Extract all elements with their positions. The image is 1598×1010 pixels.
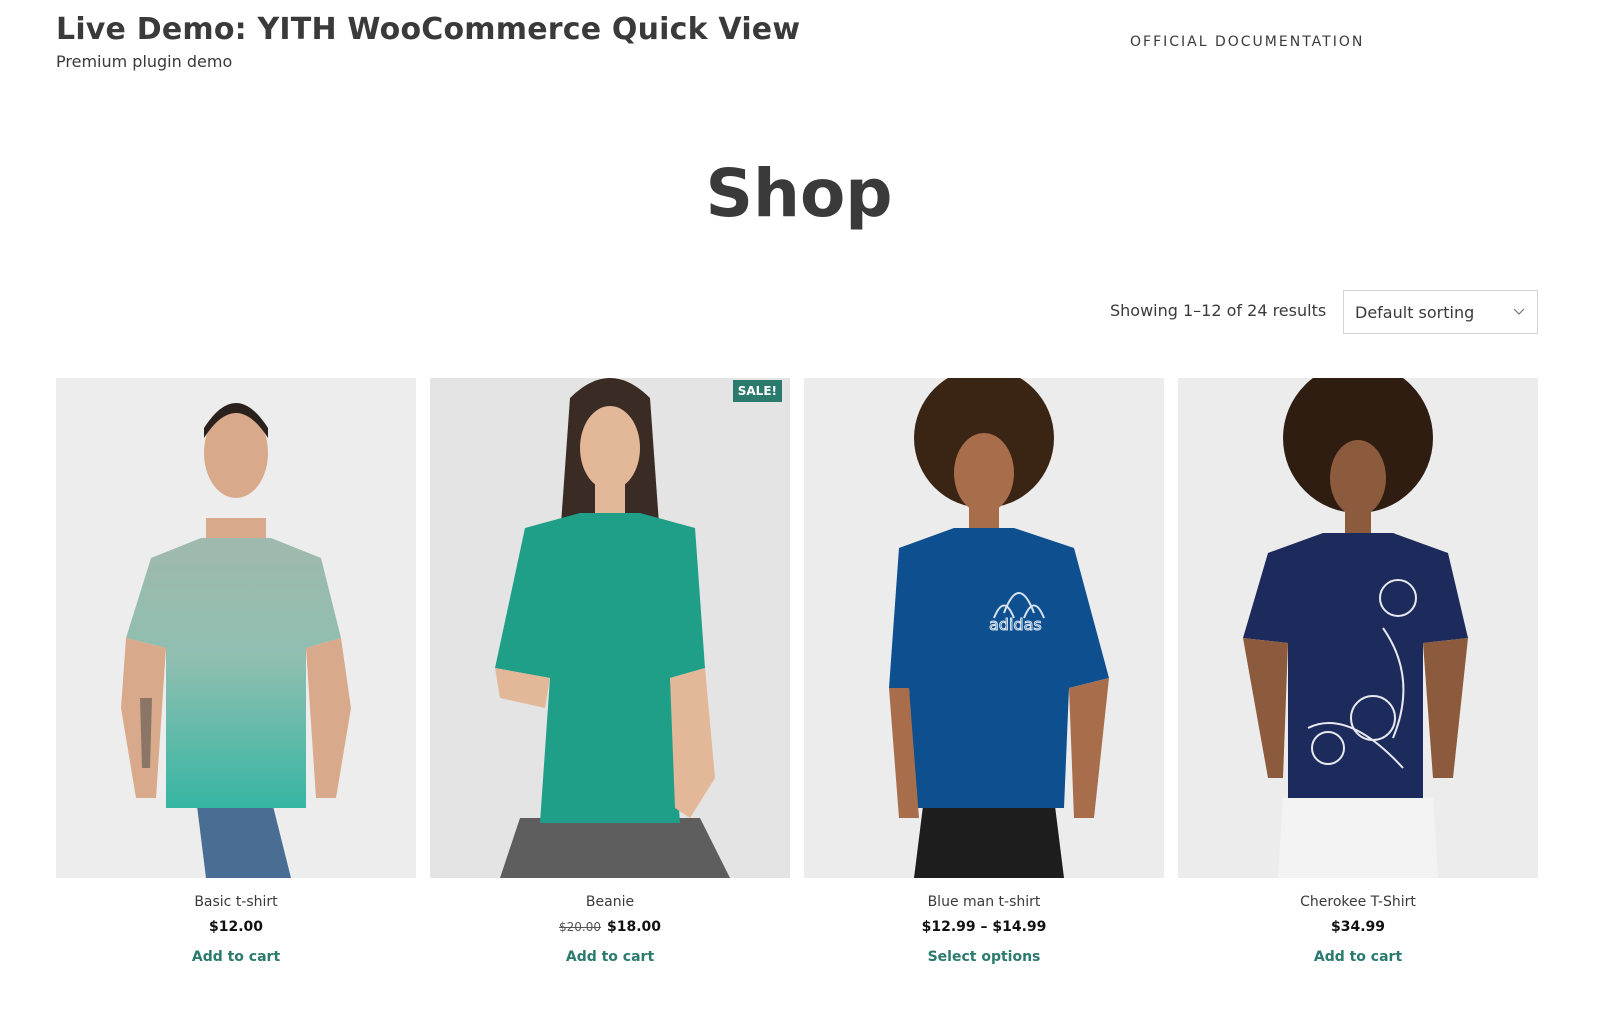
product-price: $34.99 (1330, 919, 1386, 935)
product-name[interactable]: Beanie (430, 894, 790, 910)
svg-text:adidas: adidas (989, 615, 1042, 634)
chevron-down-icon (1513, 308, 1525, 315)
add-to-cart-button[interactable]: Add to cart (430, 949, 790, 965)
product-image[interactable]: SALE! (430, 378, 790, 878)
product-price: $12.99 – $14.99 (921, 919, 1047, 935)
product-price: $12.00 (208, 919, 264, 935)
product-image[interactable] (1178, 378, 1538, 878)
product-image[interactable]: adidas (804, 378, 1164, 878)
add-to-cart-button[interactable]: Add to cart (1178, 949, 1538, 965)
product-card-basic-tshirt: Basic t-shirt $12.00 Add to cart (56, 378, 416, 965)
product-price-current: $18.00 (606, 919, 662, 935)
result-count: Showing 1–12 of 24 results (1110, 301, 1327, 320)
product-image[interactable] (56, 378, 416, 878)
site-tagline: Premium plugin demo (56, 52, 233, 71)
product-card-beanie: SALE! Beanie $20.00 $18.00 Add to cart (430, 378, 790, 965)
sale-badge: SALE! (732, 380, 782, 402)
add-to-cart-button[interactable]: Add to cart (56, 949, 416, 965)
product-card-cherokee-tshirt: Cherokee T-Shirt $34.99 Add to cart (1178, 378, 1538, 965)
product-card-blue-man-tshirt: adidas Blue man t-shirt $12.99 – $14.99 … (804, 378, 1164, 965)
site-title[interactable]: Live Demo: YITH WooCommerce Quick View (56, 12, 800, 47)
product-name[interactable]: Cherokee T-Shirt (1178, 894, 1538, 910)
product-name[interactable]: Blue man t-shirt (804, 894, 1164, 910)
sorting-select-value: Default sorting (1355, 302, 1475, 322)
product-price-old: $20.00 (558, 920, 601, 934)
product-name[interactable]: Basic t-shirt (56, 894, 416, 910)
select-options-button[interactable]: Select options (804, 949, 1164, 965)
sorting-select[interactable]: Default sorting (1343, 290, 1538, 334)
nav-official-documentation[interactable]: OFFICIAL DOCUMENTATION (1130, 34, 1364, 50)
page-title: Shop (705, 155, 893, 232)
product-price: $20.00 $18.00 (430, 919, 790, 935)
